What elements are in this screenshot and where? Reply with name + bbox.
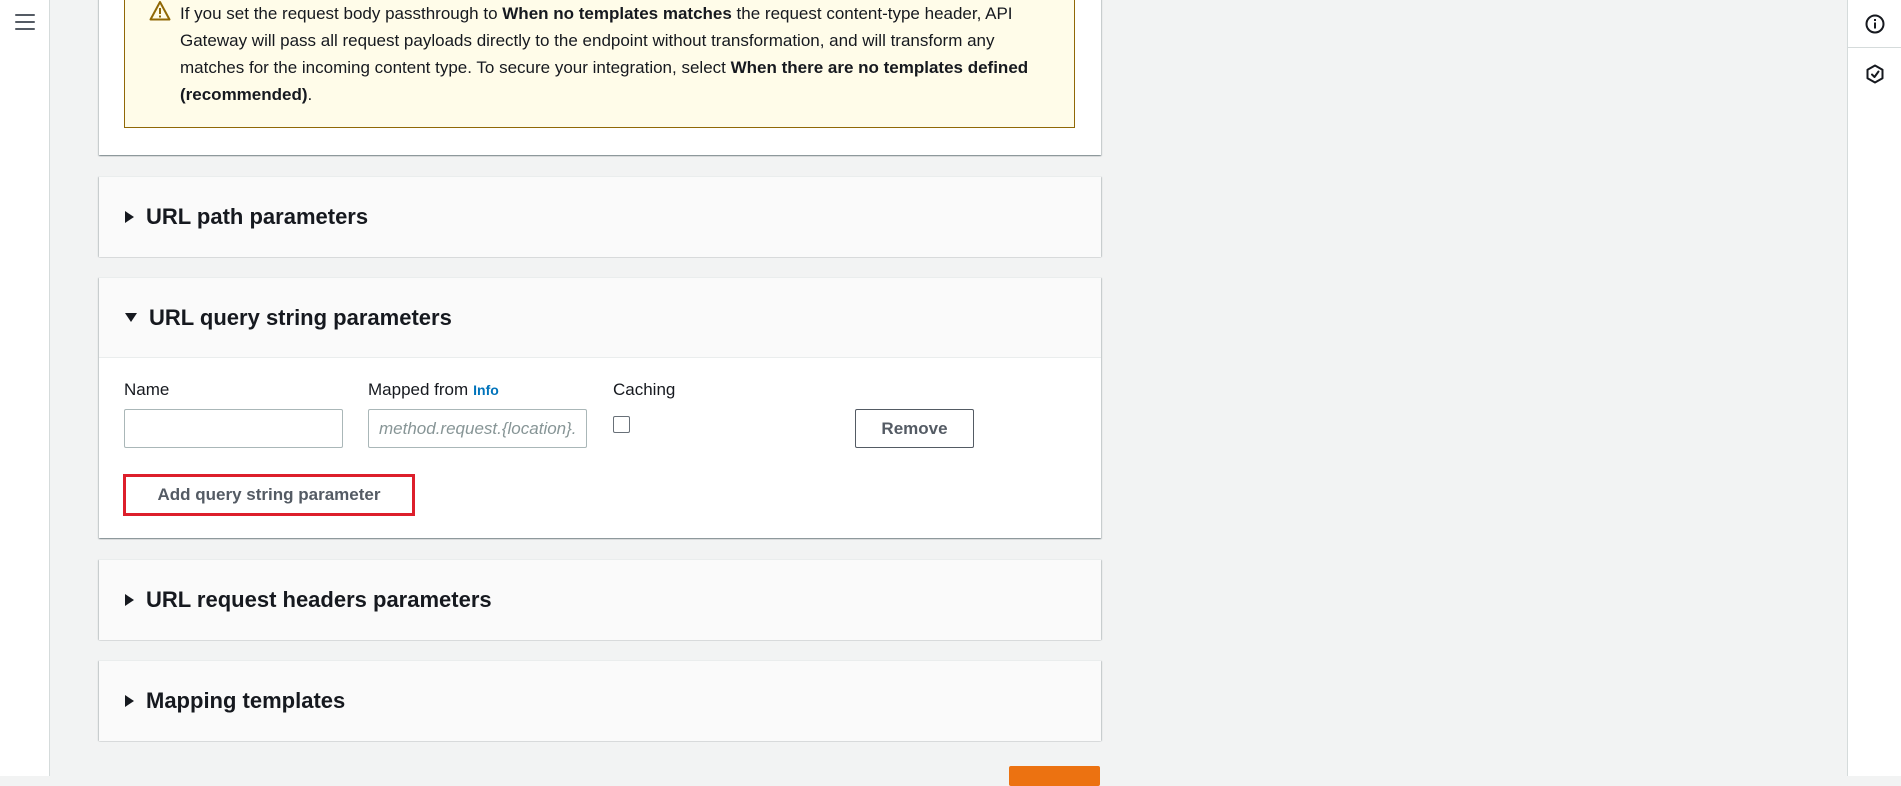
mapping-templates-section: Mapping templates [99,660,1101,741]
mapping-templates-toggle[interactable]: Mapping templates [99,661,1101,741]
caching-label: Caching [613,380,676,399]
feedback-button[interactable] [1848,50,1901,98]
caret-right-icon [125,695,134,707]
request-passthrough-panel: If you set the request body passthrough … [99,0,1101,155]
tools-panel [1847,0,1901,776]
alert-text-1: If you set the request body passthrough … [180,4,503,23]
warning-icon [149,1,171,21]
hexagon-icon [1866,64,1883,84]
caret-right-icon [125,594,134,606]
section-title: Mapping templates [146,688,346,713]
mapped-from-label-wrap: Mapped from Info [368,380,499,400]
mapped-from-input[interactable] [368,409,587,448]
section-title: URL query string parameters [149,304,452,330]
remove-button[interactable]: Remove [855,409,974,448]
info-link[interactable]: Info [473,382,499,398]
caching-checkbox[interactable] [613,416,630,433]
left-navigation [0,0,50,776]
url-request-headers-parameters-section: URL request headers parameters [99,559,1101,640]
name-label: Name [124,380,170,399]
caret-down-icon [125,313,137,322]
url-path-parameters-section: URL path parameters [99,176,1101,257]
url-path-parameters-toggle[interactable]: URL path parameters [99,177,1101,257]
alert-bold-1: When no templates matches [502,4,732,23]
primary-action-button[interactable] [1009,766,1100,786]
mapped-from-label: Mapped from [368,380,469,399]
url-query-string-parameters-section: URL query string parameters Name Mapped … [99,277,1101,538]
hamburger-menu-icon[interactable] [15,14,35,32]
add-query-string-parameter-button[interactable]: Add query string parameter [123,474,415,516]
alert-text-3: . [307,85,313,104]
caret-right-icon [125,211,134,223]
warning-alert: If you set the request body passthrough … [124,0,1075,128]
section-title: URL request headers parameters [146,587,492,612]
info-icon [1865,14,1884,33]
info-button[interactable] [1848,0,1901,48]
url-query-string-parameters-toggle[interactable]: URL query string parameters [99,278,1101,358]
name-input[interactable] [124,409,343,448]
section-title: URL path parameters [146,204,369,229]
url-request-headers-parameters-toggle[interactable]: URL request headers parameters [99,560,1101,640]
